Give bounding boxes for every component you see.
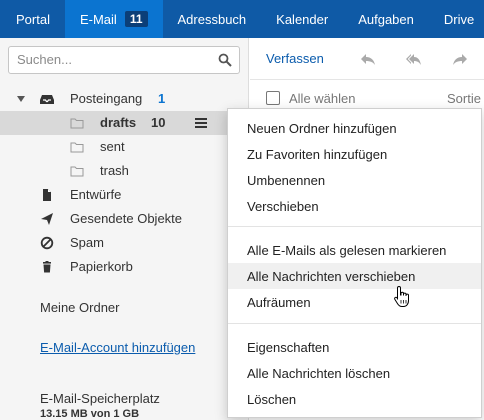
trash-sub-label: trash — [100, 163, 129, 178]
folder-sidebar: Posteingang 1 drafts 10 sent trash — [0, 38, 249, 420]
menu-move-label: Verschieben — [247, 198, 319, 214]
spam-label: Spam — [70, 235, 104, 250]
nav-email-label: E-Mail — [79, 11, 117, 27]
folder-drafts[interactable]: Entwürfe — [0, 183, 249, 207]
nav-drive-label: Drive — [443, 11, 475, 27]
inbox-icon — [40, 95, 54, 104]
reply-icon[interactable] — [360, 51, 376, 67]
menu-move-all-label: Alle Nachrichten verschieben — [247, 268, 416, 284]
mail-toolbar: Verfassen — [250, 38, 484, 80]
search-input[interactable] — [17, 52, 207, 67]
menu-move-all[interactable]: Alle Nachrichten verschieben — [228, 263, 481, 289]
top-navigation: Portal E-Mail 11 Adressbuch Kalender Auf… — [0, 0, 484, 38]
drafts-label: Entwürfe — [70, 187, 122, 202]
folder-menu-icon[interactable] — [185, 111, 217, 135]
unread-badge: 11 — [124, 11, 148, 27]
folder-inbox[interactable]: Posteingang 1 — [0, 87, 249, 111]
menu-delete-label: Löschen — [247, 391, 297, 407]
menu-add-favorites[interactable]: Zu Favoriten hinzufügen — [228, 141, 481, 167]
inbox-label: Posteingang — [70, 91, 143, 106]
nav-addressbook-label: Adressbuch — [177, 11, 247, 27]
folder-spam[interactable]: Spam — [0, 231, 249, 255]
my-folders-heading[interactable]: Meine Ordner — [40, 300, 119, 315]
menu-add-folder-label: Neuen Ordner hinzufügen — [247, 120, 397, 136]
search-icon[interactable] — [218, 53, 232, 67]
document-icon — [43, 189, 51, 201]
sent-sub-label: sent — [100, 139, 125, 154]
expand-caret-icon[interactable] — [17, 96, 25, 102]
nav-email[interactable]: E-Mail 11 — [64, 0, 163, 38]
menu-delete-all[interactable]: Alle Nachrichten löschen — [228, 360, 481, 386]
folder-sent-sub[interactable]: sent — [0, 135, 249, 159]
sent-label: Gesendete Objekte — [70, 211, 183, 226]
menu-delete-all-label: Alle Nachrichten löschen — [247, 365, 391, 381]
nav-calendar-label: Kalender — [276, 11, 329, 27]
forward-icon[interactable] — [452, 51, 468, 67]
search-box — [8, 46, 240, 74]
folder-icon — [70, 166, 84, 177]
nav-drive[interactable]: Drive — [429, 0, 484, 38]
menu-mark-all-read-label: Alle E-Mails als gelesen markieren — [247, 242, 447, 258]
folder-drafts-sub[interactable]: drafts 10 — [0, 111, 249, 135]
menu-cleanup[interactable]: Aufräumen — [228, 289, 481, 315]
menu-add-favorites-label: Zu Favoriten hinzufügen — [247, 146, 388, 162]
select-all-label[interactable]: Alle wählen — [289, 91, 356, 106]
send-icon — [41, 213, 53, 225]
menu-rename-label: Umbenennen — [247, 172, 326, 188]
folder-icon — [70, 118, 84, 129]
add-account-link[interactable]: E-Mail-Account hinzufügen — [40, 340, 195, 355]
folder-trash-sub[interactable]: trash — [0, 159, 249, 183]
folder-sent[interactable]: Gesendete Objekte — [0, 207, 249, 231]
trash-label: Papierkorb — [70, 259, 133, 274]
drafts-sub-label: drafts — [100, 115, 137, 130]
nav-calendar[interactable]: Kalender — [261, 0, 343, 38]
sort-dropdown[interactable]: Sortie — [447, 91, 481, 106]
trash-icon — [43, 261, 51, 273]
nav-tasks-label: Aufgaben — [358, 11, 414, 27]
menu-divider — [228, 323, 481, 324]
menu-rename[interactable]: Umbenennen — [228, 167, 481, 193]
nav-portal[interactable]: Portal — [0, 0, 65, 38]
compose-button[interactable]: Verfassen — [266, 51, 324, 66]
folder-trash[interactable]: Papierkorb — [0, 255, 249, 279]
ban-icon — [40, 236, 54, 250]
reply-all-icon[interactable] — [406, 51, 422, 67]
folder-context-menu: Neuen Ordner hinzufügen Zu Favoriten hin… — [227, 108, 482, 418]
drafts-sub-count: 10 — [151, 115, 166, 130]
menu-move[interactable]: Verschieben — [228, 193, 481, 219]
menu-divider — [228, 226, 481, 227]
select-all-checkbox[interactable] — [266, 91, 280, 105]
hand-cursor-icon — [394, 285, 409, 307]
storage-quota-value: 13.15 MB von 1 GB — [40, 408, 140, 420]
nav-tasks[interactable]: Aufgaben — [343, 0, 429, 38]
menu-properties[interactable]: Eigenschaften — [228, 334, 481, 360]
storage-quota-title: E-Mail-Speicherplatz — [40, 391, 160, 406]
menu-add-folder[interactable]: Neuen Ordner hinzufügen — [228, 115, 481, 141]
menu-delete[interactable]: Löschen — [228, 386, 481, 412]
menu-properties-label: Eigenschaften — [247, 339, 330, 355]
inbox-unread-count: 1 — [158, 91, 166, 106]
folder-icon — [70, 142, 84, 153]
nav-addressbook[interactable]: Adressbuch — [163, 0, 262, 38]
nav-portal-label: Portal — [16, 11, 50, 27]
menu-mark-all-read[interactable]: Alle E-Mails als gelesen markieren — [228, 237, 481, 263]
menu-cleanup-label: Aufräumen — [247, 294, 311, 310]
